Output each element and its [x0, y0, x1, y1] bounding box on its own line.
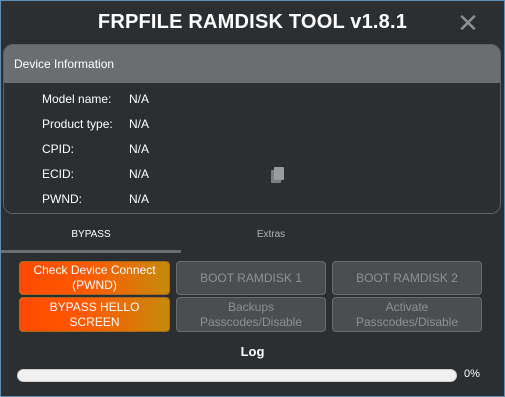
model-name-label: Model name:: [42, 92, 112, 106]
cpid-label: CPID:: [42, 142, 75, 156]
backups-line2: Passcodes/Disable: [199, 314, 303, 329]
bypass-hello-line1: BYPASS HELLO: [49, 299, 140, 314]
boot-ramdisk-1-button[interactable]: BOOT RAMDISK 1: [176, 261, 326, 295]
product-type-value: N/A: [129, 117, 150, 131]
product-type-row: Product type: N/A: [42, 117, 149, 131]
check-device-line1: Check Device Connect: [33, 263, 156, 277]
model-name-value: N/A: [129, 92, 150, 106]
pwnd-label: PWND:: [42, 192, 82, 206]
tab-bypass[interactable]: BYPASS: [1, 229, 181, 240]
copy-icon[interactable]: [270, 167, 286, 185]
backups-passcodes-button[interactable]: Backups Passcodes/Disable: [176, 297, 326, 332]
backups-line1: Backups: [227, 299, 275, 314]
cpid-value: N/A: [129, 142, 150, 156]
active-tab-indicator: [1, 250, 181, 253]
activate-passcodes-button[interactable]: Activate Passcodes/Disable: [332, 297, 482, 332]
close-icon[interactable]: ✕: [456, 10, 480, 36]
tab-bar: BYPASS Extras: [1, 223, 504, 253]
cpid-row: CPID: N/A: [42, 142, 149, 156]
ecid-value: N/A: [129, 167, 150, 181]
pwnd-row: PWND: N/A: [42, 192, 149, 206]
device-information-header: Device Information: [4, 45, 500, 83]
activate-line2: Passcodes/Disable: [355, 314, 459, 329]
boot-ramdisk-1-label: BOOT RAMDISK 1: [200, 270, 302, 285]
activate-line1: Activate: [385, 299, 429, 314]
tab-extras[interactable]: Extras: [181, 229, 361, 240]
product-type-label: Product type:: [42, 117, 113, 131]
progress-bar: [17, 369, 457, 382]
device-information-panel: Device Information Model name: N/A Produc…: [3, 44, 501, 214]
app-window: FRPFILE RAMDISK TOOL v1.8.1 ✕ Device Inf…: [0, 0, 505, 397]
ecid-label: ECID:: [42, 167, 75, 181]
progress-percent: 0%: [464, 368, 480, 380]
pwnd-value: N/A: [129, 192, 150, 206]
bypass-hello-line2: SCREEN: [69, 314, 120, 329]
model-name-row: Model name: N/A: [42, 92, 149, 106]
log-label: Log: [240, 344, 265, 359]
ecid-row: ECID: N/A: [42, 167, 149, 181]
window-title: FRPFILE RAMDISK TOOL v1.8.1: [97, 11, 408, 33]
check-device-line2: (PWND): [72, 278, 117, 292]
bypass-hello-screen-button[interactable]: BYPASS HELLO SCREEN: [19, 297, 170, 332]
boot-ramdisk-2-label: BOOT RAMDISK 2: [356, 270, 458, 285]
boot-ramdisk-2-button[interactable]: BOOT RAMDISK 2: [332, 261, 482, 295]
check-device-connect-button[interactable]: Check Device Connect (PWND): [19, 261, 170, 295]
